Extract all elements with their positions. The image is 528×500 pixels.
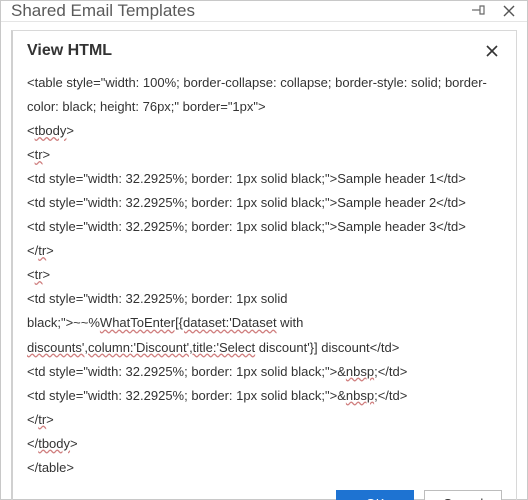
code-line: </tr>: [27, 239, 502, 263]
code-line: <td style="width: 32.2925%; border: 1px …: [27, 287, 502, 359]
code-line: <tr>: [27, 143, 502, 167]
code-line: </table>: [27, 456, 502, 480]
dialog-buttons: OK Cancel: [27, 490, 502, 500]
view-html-dialog: View HTML <table style="width: 100%; bor…: [11, 30, 517, 500]
content-wrap: View HTML <table style="width: 100%; bor…: [1, 22, 527, 500]
code-line: <table style="width: 100%; border-collap…: [27, 71, 502, 119]
cancel-button[interactable]: Cancel: [424, 490, 502, 500]
window-title: Shared Email Templates: [11, 1, 469, 21]
code-line: <tr>: [27, 263, 502, 287]
code-line: </tbody>: [27, 432, 502, 456]
code-line: <td style="width: 32.2925%; border: 1px …: [27, 215, 502, 239]
titlebar: Shared Email Templates: [1, 1, 527, 22]
dialog-header: View HTML: [27, 41, 502, 61]
code-line: <td style="width: 32.2925%; border: 1px …: [27, 360, 502, 384]
code-line: <tbody>: [27, 119, 502, 143]
code-line: <td style="width: 32.2925%; border: 1px …: [27, 167, 502, 191]
code-line: <td style="width: 32.2925%; border: 1px …: [27, 384, 502, 408]
ok-button[interactable]: OK: [336, 490, 414, 500]
dialog-close-button[interactable]: [482, 41, 502, 61]
code-line: <td style="width: 32.2925%; border: 1px …: [27, 191, 502, 215]
code-line: </tr>: [27, 408, 502, 432]
app-window: Shared Email Templates View: [0, 0, 528, 500]
close-icon[interactable]: [499, 1, 519, 21]
dialog-title: View HTML: [27, 42, 482, 60]
title-controls: [469, 1, 519, 21]
pin-icon[interactable]: [469, 1, 489, 21]
html-source-view[interactable]: <table style="width: 100%; border-collap…: [27, 71, 502, 480]
